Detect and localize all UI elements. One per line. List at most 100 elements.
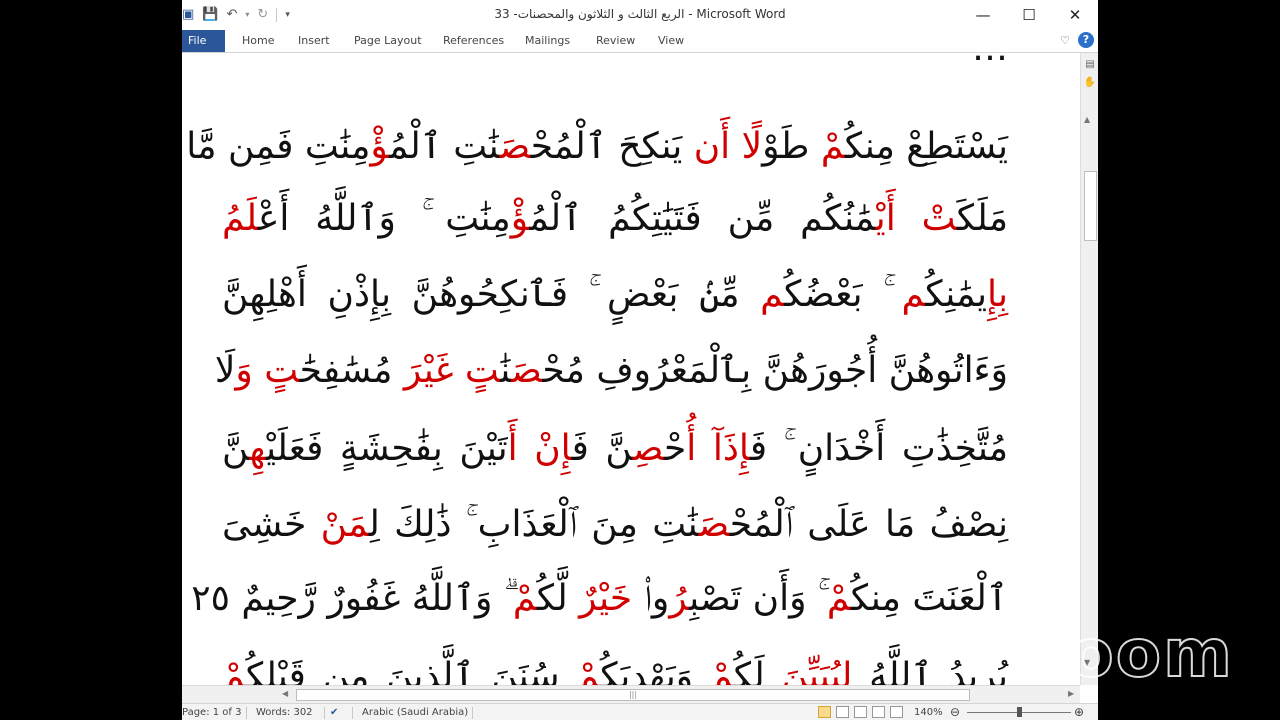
tajweed-highlight: صَ	[499, 126, 531, 167]
text-run: مُسَٰفِحَٰ	[299, 350, 404, 391]
scroll-left-icon[interactable]: ◀	[282, 689, 288, 698]
full-screen-view-icon[interactable]	[836, 706, 849, 718]
tajweed-highlight: صَ	[511, 350, 543, 391]
text-run: وَيَهْدِيَكُ	[600, 656, 710, 685]
text-line[interactable]: بِإِيمَٰنِكُم ۚ بَعْضُكُم مِّنۢ بَعْضٍ ۚ…	[222, 259, 1008, 331]
tajweed-highlight: مْ	[222, 656, 246, 685]
tajweed-highlight: مْ	[826, 578, 851, 619]
tajweed-highlight: خَيْرٌ	[579, 578, 633, 619]
tajweed-highlight: لًا أَن	[693, 126, 763, 167]
tab-mailings[interactable]: Mailings	[525, 30, 570, 52]
tajweed-highlight: إِذَآ أُ	[686, 428, 750, 469]
tajweed-highlight: بِإِ	[987, 274, 1008, 315]
proofing-icon[interactable]: ✔	[330, 706, 338, 720]
close-icon[interactable]: ✕	[1052, 0, 1098, 30]
maximize-icon[interactable]: ☐	[1006, 0, 1052, 30]
vertical-scroll-thumb[interactable]	[1084, 171, 1097, 241]
tajweed-highlight: مْ	[709, 656, 734, 685]
tab-insert[interactable]: Insert	[298, 30, 330, 52]
tajweed-highlight: م	[901, 274, 926, 315]
document-area[interactable]: … يَسْتَطِعْ مِنكُمْ طَوْلًا أَن يَنكِحَ …	[182, 53, 1080, 685]
text-run: تَيْنَ بِفَٰحِشَةٍ فَعَلَيْ	[266, 428, 508, 469]
title-bar: ▣ 💾 ↶ ▾ ↻ ▾ الربع الثالث و الثلاثون والم…	[182, 0, 1098, 30]
tajweed-highlight: تٍ وَ	[235, 350, 300, 391]
ribbon-right-controls: ♡ ?	[1060, 32, 1094, 48]
hand-tool-icon[interactable]: ✋	[1083, 77, 1097, 89]
tajweed-highlight: م	[760, 274, 785, 315]
print-layout-view-icon[interactable]	[818, 706, 831, 718]
text-run: خَ	[284, 504, 321, 545]
horizontal-scroll-thumb[interactable]: |||	[296, 689, 970, 701]
text-run: نَّ	[222, 428, 250, 469]
tab-home[interactable]: Home	[242, 30, 274, 52]
status-separator	[472, 707, 473, 719]
page-count[interactable]: Page: 1 of 3	[182, 706, 241, 720]
outline-view-icon[interactable]	[872, 706, 885, 718]
text-run: مَلَكَ	[956, 198, 1009, 239]
ribbon-collapse-icon[interactable]: ♡	[1060, 34, 1070, 47]
zoom-out-icon[interactable]: ⊖	[950, 705, 960, 719]
tajweed-highlight: لِيُبَيِّنَ	[781, 656, 853, 685]
web-layout-view-icon[interactable]	[854, 706, 867, 718]
tab-view[interactable]: View	[658, 30, 684, 52]
tab-page-layout[interactable]: Page Layout	[354, 30, 422, 52]
text-line[interactable]: وَءَاتُوهُنَّ أُجُورَهُنَّ بِٱلْمَعْرُوف…	[215, 335, 1008, 407]
tajweed-highlight: ؤْ	[510, 198, 530, 239]
tajweed-highlight: ؤْ	[370, 126, 389, 167]
window-controls: — ☐ ✕	[960, 0, 1098, 30]
minimize-icon[interactable]: —	[960, 0, 1006, 30]
text-run: شِىَ	[222, 504, 285, 545]
text-line[interactable]: نِصْفُ مَا عَلَى ٱلْمُحْصَنَٰتِ مِنَ ٱلْ…	[222, 489, 1008, 561]
status-separator	[324, 707, 325, 719]
tajweed-highlight: مْ	[512, 578, 537, 619]
text-run: نَٰ	[500, 350, 512, 391]
text-run: …	[972, 53, 1008, 69]
text-run: ٱلْعَنَتَ مِنكُ	[850, 578, 1008, 619]
tajweed-highlight: إِنْ أَ	[507, 428, 572, 469]
document-page[interactable]: … يَسْتَطِعْ مِنكُمْ طَوْلًا أَن يَنكِحَ …	[186, 53, 1008, 685]
zoom-slider-thumb[interactable]	[1017, 707, 1022, 717]
tajweed-highlight: مَنْ	[320, 504, 369, 545]
status-separator	[246, 707, 247, 719]
scroll-up-icon[interactable]: ▲	[1084, 115, 1090, 124]
text-run: سُنَنَ ٱلَّذِينَ مِن قَبْلِكُ	[245, 656, 577, 685]
ruler-toggle-icon[interactable]: ▤	[1083, 59, 1097, 71]
tajweed-highlight: صِ	[632, 428, 664, 469]
tab-references[interactable]: References	[443, 30, 504, 52]
word-window: ▣ 💾 ↶ ▾ ↻ ▾ الربع الثالث و الثلاثون والم…	[182, 0, 1098, 720]
ribbon-tabs: File Home Insert Page Layout References …	[182, 30, 1098, 53]
text-run: ۚ وَأَن تَصْبِ	[689, 578, 827, 619]
text-line[interactable]: مُتَّخِذَٰتِ أَخْدَانٍ ۚ فَإِذَآ أُحْصِن…	[222, 413, 1008, 485]
tajweed-highlight: صَ	[698, 504, 730, 545]
text-line[interactable]: يُرِيدُ ٱللَّهُ لِيُبَيِّنَ لَكُمْ وَيَه…	[222, 641, 1008, 685]
help-icon[interactable]: ?	[1078, 32, 1094, 48]
tajweed-highlight: مْ	[820, 126, 845, 167]
text-run: طَوْ	[762, 126, 821, 167]
text-run: مِّنۢ بَعْضٍ ۚ فَٱنكِحُوهُنَّ بِإِذْنِ أ…	[222, 274, 761, 315]
tajweed-highlight: تْ أَيْ	[875, 198, 957, 239]
zoom-watermark-logo: zoom	[1027, 615, 1234, 692]
text-line[interactable]: مَلَكَتْ أَيْمَٰنُكُم مِّن فَتَيَٰتِكُمُ…	[222, 183, 1008, 255]
text-line[interactable]: …	[222, 53, 1008, 85]
vertical-scrollbar[interactable]: ▤ ✋ ▲ ▼	[1080, 53, 1098, 685]
horizontal-scrollbar[interactable]: ◀ ||| ▶	[182, 685, 1080, 703]
text-run: لَكُ	[733, 656, 782, 685]
text-run: يمَٰنِكُ	[925, 274, 987, 315]
tab-file[interactable]: File	[182, 30, 225, 52]
text-run: يُرِيدُ ٱللَّهُ	[852, 656, 1008, 685]
zoom-level[interactable]: 140%	[914, 706, 943, 720]
tajweed-highlight: تٍ غَيْرَ	[403, 350, 501, 391]
text-run: يَنكِحَ ٱلْمُحْ	[530, 126, 694, 167]
text-run: مِنَٰتِ ۚ وَٱللَّهُ أَعْ	[257, 198, 511, 239]
text-run: مُتَّخِذَٰتِ أَخْدَانٍ ۚ فَ	[749, 428, 1009, 469]
text-run: نِصْفُ مَا عَلَى ٱلْمُحْ	[729, 504, 1008, 545]
zoom-in-icon[interactable]: ⊕	[1074, 705, 1084, 719]
language-indicator[interactable]: Arabic (Saudi Arabia)	[362, 706, 468, 720]
tab-review[interactable]: Review	[596, 30, 635, 52]
text-line[interactable]: يَسْتَطِعْ مِنكُمْ طَوْلًا أَن يَنكِحَ ٱ…	[186, 111, 1008, 183]
word-count[interactable]: Words: 302	[256, 706, 313, 720]
draft-view-icon[interactable]	[890, 706, 903, 718]
text-line[interactable]: ٱلْعَنَتَ مِنكُمْ ۚ وَأَن تَصْبِرُوا۟ خَ…	[191, 563, 1008, 635]
text-run: نَٰتِ ٱلْمُ	[388, 126, 500, 167]
tajweed-highlight: رُ	[669, 578, 690, 619]
